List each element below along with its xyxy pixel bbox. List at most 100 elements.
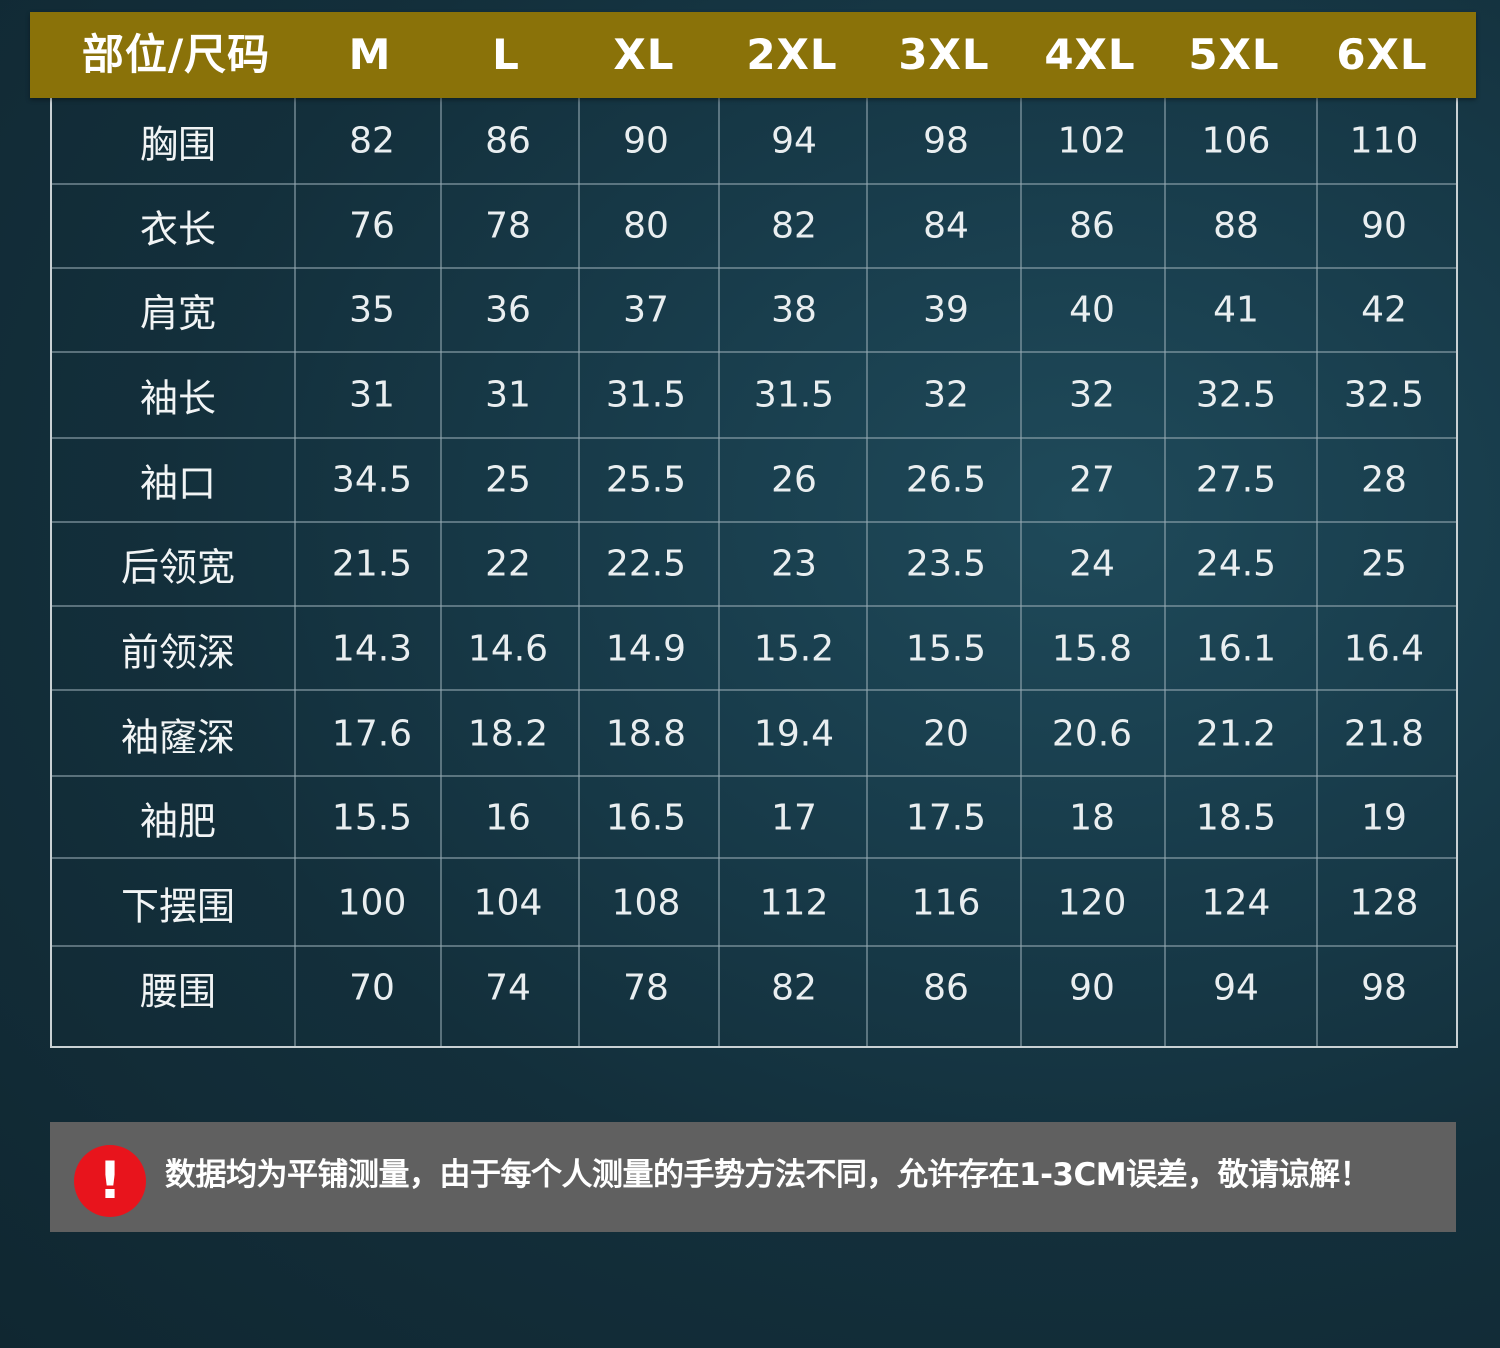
- table-cell: 18: [1069, 797, 1115, 839]
- table-cell: 31: [485, 374, 531, 416]
- table-cell: 98: [923, 120, 969, 162]
- table-cell: 21.2: [1195, 713, 1277, 755]
- size-table-header: 部位/尺码 M L XL 2XL 3XL 4XL 5XL 6XL: [30, 12, 1476, 98]
- header-size-2xl: 2XL: [746, 30, 838, 79]
- table-cell: 86: [1069, 205, 1115, 247]
- row-label: 袖长: [139, 376, 217, 421]
- table-cell: 108: [611, 882, 681, 924]
- column-divider: [578, 98, 580, 1046]
- header-size-5xl: 5XL: [1188, 30, 1280, 79]
- row-divider: [52, 183, 1456, 185]
- row-divider: [52, 945, 1456, 947]
- header-size-m: M: [348, 30, 392, 79]
- table-cell: 17.6: [331, 713, 413, 755]
- table-cell: 80: [623, 205, 669, 247]
- table-cell: 74: [485, 967, 531, 1009]
- table-cell: 104: [473, 882, 543, 924]
- row-label: 衣长: [139, 207, 217, 252]
- header-size-xl: XL: [613, 30, 675, 79]
- table-cell: 90: [1361, 205, 1407, 247]
- table-cell: 88: [1213, 205, 1259, 247]
- table-cell: 25: [1361, 543, 1407, 585]
- table-cell: 16.5: [605, 797, 687, 839]
- exclamation-icon: !: [74, 1145, 146, 1217]
- table-cell: 26: [771, 459, 817, 501]
- row-divider: [52, 689, 1456, 691]
- table-cell: 19: [1361, 797, 1407, 839]
- table-cell: 14.6: [467, 628, 549, 670]
- table-cell: 18.2: [467, 713, 549, 755]
- row-label: 下摆围: [120, 884, 236, 929]
- table-cell: 25.5: [605, 459, 687, 501]
- row-label: 袖口: [139, 461, 217, 506]
- table-cell: 32: [1069, 374, 1115, 416]
- table-cell: 41: [1213, 289, 1259, 331]
- table-cell: 76: [349, 205, 395, 247]
- header-size-6xl: 6XL: [1336, 30, 1428, 79]
- notice-text: 数据均为平铺测量，由于每个人测量的手势方法不同，允许存在1-3CM误差，敬请谅解…: [165, 1157, 1371, 1193]
- table-cell: 20: [923, 713, 969, 755]
- row-divider: [52, 521, 1456, 523]
- table-cell: 90: [1069, 967, 1115, 1009]
- table-cell: 37: [623, 289, 669, 331]
- column-divider: [440, 98, 442, 1046]
- table-cell: 16.1: [1195, 628, 1277, 670]
- table-cell: 14.3: [331, 628, 413, 670]
- table-cell: 100: [337, 882, 407, 924]
- table-cell: 15.5: [905, 628, 987, 670]
- table-cell: 21.8: [1343, 713, 1425, 755]
- row-divider: [52, 775, 1456, 777]
- row-label: 肩宽: [139, 291, 217, 336]
- table-cell: 110: [1349, 120, 1419, 162]
- table-cell: 70: [349, 967, 395, 1009]
- column-divider: [1164, 98, 1166, 1046]
- table-cell: 124: [1201, 882, 1271, 924]
- table-cell: 102: [1057, 120, 1127, 162]
- table-cell: 21.5: [331, 543, 413, 585]
- row-divider: [52, 437, 1456, 439]
- row-label: 后领宽: [120, 545, 236, 590]
- table-cell: 31.5: [753, 374, 835, 416]
- row-divider: [52, 351, 1456, 353]
- table-cell: 78: [485, 205, 531, 247]
- header-size-3xl: 3XL: [898, 30, 990, 79]
- row-label: 前领深: [120, 630, 236, 675]
- table-cell: 24: [1069, 543, 1115, 585]
- table-cell: 128: [1349, 882, 1419, 924]
- table-cell: 94: [1213, 967, 1259, 1009]
- column-divider: [718, 98, 720, 1046]
- column-divider: [866, 98, 868, 1046]
- header-size-l: L: [492, 30, 520, 79]
- table-cell: 18.8: [605, 713, 687, 755]
- table-cell: 32.5: [1195, 374, 1277, 416]
- table-cell: 23.5: [905, 543, 987, 585]
- table-cell: 20.6: [1051, 713, 1133, 755]
- table-cell: 27.5: [1195, 459, 1277, 501]
- table-cell: 32.5: [1343, 374, 1425, 416]
- size-table: 胸围 82 86 90 94 98 102 106 110 衣长 76 78 80 82 84 86 88 90 肩…: [50, 98, 1458, 1048]
- table-cell: 86: [485, 120, 531, 162]
- table-cell: 38: [771, 289, 817, 331]
- table-cell: 26.5: [905, 459, 987, 501]
- table-cell: 84: [923, 205, 969, 247]
- table-cell: 22: [485, 543, 531, 585]
- table-cell: 90: [623, 120, 669, 162]
- table-cell: 112: [759, 882, 829, 924]
- column-divider: [294, 98, 296, 1046]
- table-cell: 18.5: [1195, 797, 1277, 839]
- row-label: 袖窿深: [120, 715, 236, 760]
- table-cell: 22.5: [605, 543, 687, 585]
- table-cell: 27: [1069, 459, 1115, 501]
- table-cell: 94: [771, 120, 817, 162]
- row-label: 腰围: [139, 969, 217, 1014]
- table-cell: 86: [923, 967, 969, 1009]
- table-cell: 15.8: [1051, 628, 1133, 670]
- table-cell: 34.5: [331, 459, 413, 501]
- row-label: 胸围: [139, 122, 217, 167]
- table-cell: 19.4: [753, 713, 835, 755]
- table-cell: 32: [923, 374, 969, 416]
- table-cell: 120: [1057, 882, 1127, 924]
- column-divider: [1020, 98, 1022, 1046]
- table-cell: 16.4: [1343, 628, 1425, 670]
- table-cell: 28: [1361, 459, 1407, 501]
